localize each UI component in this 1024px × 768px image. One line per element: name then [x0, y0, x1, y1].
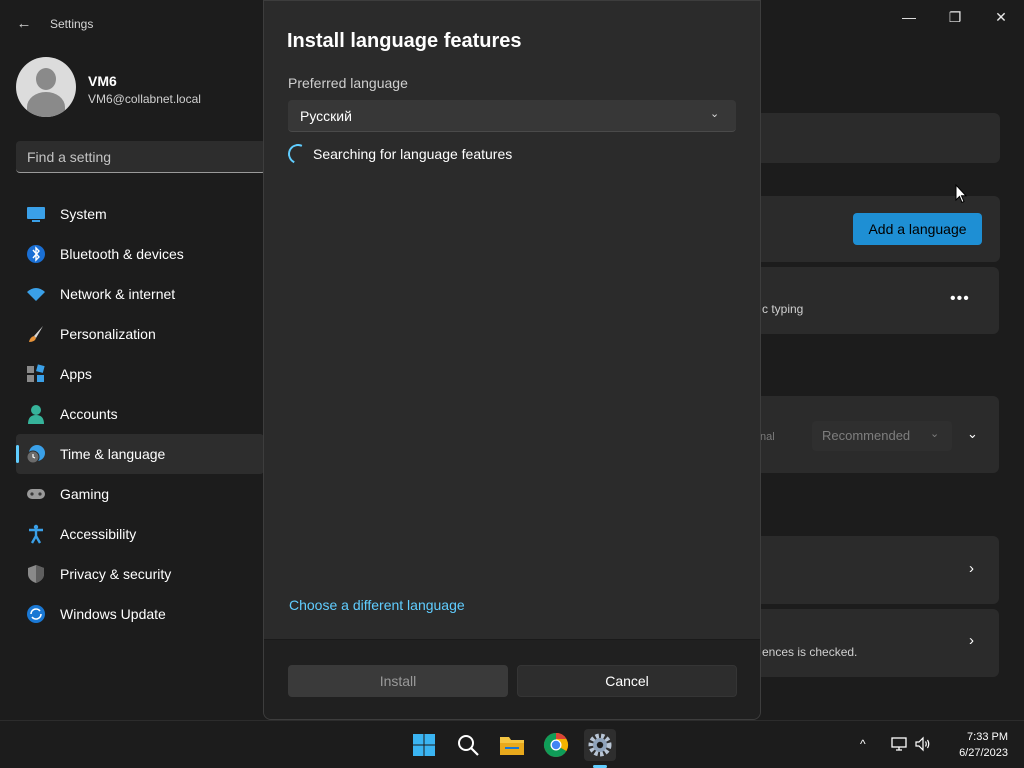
windows-start-icon[interactable]	[408, 729, 440, 761]
clock-time[interactable]: 7:33 PM	[948, 731, 1008, 743]
expand-chevron-icon[interactable]: ⌄	[967, 426, 978, 442]
chevron-right-icon: ›	[969, 560, 974, 577]
search-icon[interactable]	[452, 729, 484, 761]
cancel-button[interactable]: Cancel	[517, 665, 737, 697]
close-button[interactable]: ✕	[978, 6, 1024, 28]
clock-date[interactable]: 6/27/2023	[938, 747, 1008, 759]
sidebar-item-label: Accessibility	[60, 526, 137, 542]
sidebar-item-network[interactable]: Network & internet	[16, 274, 264, 314]
restore-button[interactable]: ❐	[932, 6, 978, 28]
shield-icon	[28, 565, 44, 583]
sidebar-item-label: Privacy & security	[60, 566, 172, 582]
volume-icon[interactable]	[914, 736, 932, 752]
search-placeholder: Find a setting	[27, 149, 112, 165]
preferred-language-dropdown[interactable]: Русский ⌄	[288, 100, 736, 132]
user-email: VM6@collabnet.local	[88, 92, 201, 106]
file-explorer-icon[interactable]	[496, 729, 528, 761]
sidebar-item-label: Gaming	[60, 486, 110, 502]
sidebar-item-accessibility[interactable]: Accessibility	[16, 514, 264, 554]
more-options-icon[interactable]: •••	[950, 290, 970, 308]
sidebar-item-bluetooth[interactable]: Bluetooth & devices	[16, 234, 264, 274]
show-hidden-icons-chevron-icon[interactable]: ^	[860, 737, 866, 751]
sidebar-nav: System Bluetooth & devices Network & int…	[16, 194, 264, 634]
choose-different-language-link[interactable]: Choose a different language	[289, 597, 465, 613]
loading-spinner-icon	[285, 141, 311, 167]
sidebar-item-label: Accounts	[60, 406, 118, 422]
sidebar-item-time-language[interactable]: Time & language	[16, 434, 264, 474]
preferred-language-value: Русский	[300, 108, 352, 124]
gaming-icon	[27, 489, 45, 499]
sidebar-item-accounts[interactable]: Accounts	[16, 394, 264, 434]
status-text: Searching for language features	[313, 146, 513, 162]
windows-update-icon	[27, 605, 45, 623]
back-arrow-icon[interactable]: ←	[14, 14, 34, 34]
preferred-language-label: Preferred language	[288, 75, 408, 91]
search-input[interactable]: Find a setting	[16, 141, 266, 173]
sidebar-item-label: Bluetooth & devices	[60, 246, 184, 262]
apps-icon	[27, 364, 45, 382]
settings-card-nav-1[interactable]	[740, 536, 999, 604]
network-icon	[27, 288, 45, 301]
chevron-down-icon: ⌄	[930, 428, 940, 440]
language-description: c typing	[762, 302, 804, 316]
card-description: ences is checked.	[762, 645, 858, 659]
sidebar-item-privacy[interactable]: Privacy & security	[16, 554, 264, 594]
sidebar-item-gaming[interactable]: Gaming	[16, 474, 264, 514]
dialog-title: Install language features	[287, 30, 522, 52]
dialog-footer: Install Cancel	[264, 639, 760, 719]
taskbar: ^ 7:33 PM 6/27/2023	[0, 720, 1024, 768]
sidebar-item-label: Time & language	[60, 446, 166, 462]
chrome-icon[interactable]	[540, 729, 572, 761]
bluetooth-icon	[27, 245, 45, 263]
accounts-icon	[28, 405, 44, 424]
settings-gear-icon[interactable]	[584, 729, 616, 761]
sidebar-item-label: Personalization	[60, 326, 156, 342]
sidebar-item-personalization[interactable]: Personalization	[16, 314, 264, 354]
sidebar-item-system[interactable]: System	[16, 194, 264, 234]
brush-icon	[29, 326, 43, 342]
system-icon	[27, 207, 45, 222]
sidebar-item-label: Network & internet	[60, 286, 176, 302]
settings-card-top	[740, 113, 1000, 163]
network-status-icon[interactable]	[891, 736, 909, 752]
settings-card-nav-2[interactable]	[740, 609, 999, 677]
sidebar-item-label: Apps	[60, 366, 92, 382]
install-button[interactable]: Install	[288, 665, 508, 697]
user-name: VM6	[88, 73, 117, 89]
chevron-down-icon: ⌄	[710, 108, 720, 120]
minimize-button[interactable]: —	[886, 6, 932, 28]
install-language-features-dialog: Install language features Preferred lang…	[263, 0, 761, 720]
sidebar-item-label: Windows Update	[60, 606, 166, 622]
sidebar-item-windows-update[interactable]: Windows Update	[16, 594, 264, 634]
time-language-icon	[26, 445, 45, 464]
sidebar-item-apps[interactable]: Apps	[16, 354, 264, 394]
mouse-cursor-icon	[955, 184, 967, 204]
sidebar-item-label: System	[60, 206, 107, 222]
accessibility-icon	[29, 524, 43, 544]
app-title: Settings	[50, 17, 94, 31]
chevron-right-icon: ›	[969, 632, 974, 649]
avatar[interactable]	[16, 57, 76, 117]
add-language-button[interactable]: Add a language	[853, 213, 982, 245]
recommended-label: nal	[760, 431, 775, 443]
